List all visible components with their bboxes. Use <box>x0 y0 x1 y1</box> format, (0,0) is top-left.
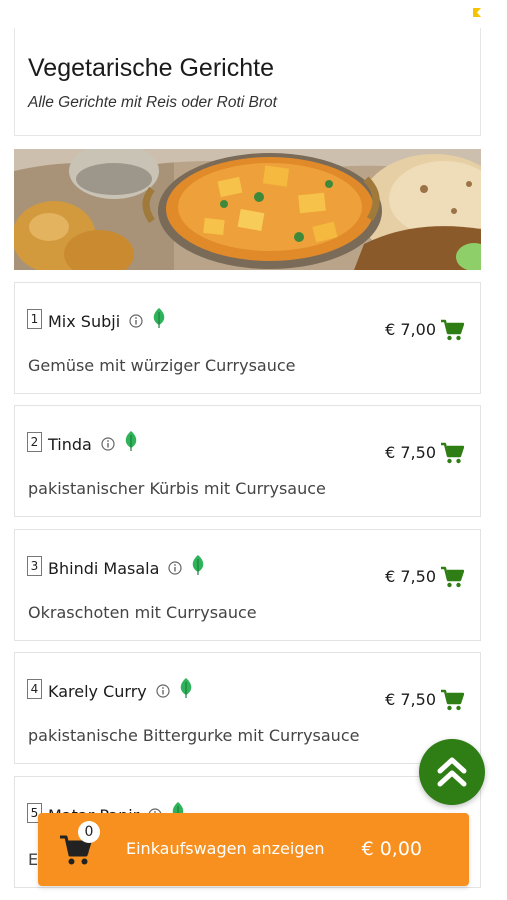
add-to-cart-icon[interactable] <box>440 689 464 711</box>
view-cart-label: Einkaufswagen anzeigen <box>126 839 325 858</box>
item-number: 4 <box>27 679 42 699</box>
item-name: Mix Subji <box>48 311 121 331</box>
item-price: € 7,50 <box>385 690 436 709</box>
info-icon[interactable] <box>129 314 143 328</box>
vegetarian-leaf-icon <box>193 555 204 575</box>
category-title: Vegetarische Gerichte <box>28 54 274 82</box>
item-number: 2 <box>27 432 42 452</box>
info-icon[interactable] <box>101 437 115 451</box>
item-name: Bhindi Masala <box>48 558 160 578</box>
item-description: pakistanischer Kürbis mit Currysauce <box>28 479 326 498</box>
vegetarian-leaf-icon <box>125 431 137 451</box>
add-to-cart-icon[interactable] <box>440 566 464 588</box>
item-description: pakistanische Bittergurke mit Currysauce <box>28 726 360 745</box>
item-price: € 7,00 <box>385 320 436 339</box>
scroll-to-top-button[interactable] <box>419 739 485 805</box>
cart-count-badge: 0 <box>78 821 100 843</box>
item-name: Karely Curry <box>48 681 147 701</box>
category-subtitle: Alle Gerichte mit Reis oder Roti Brot <box>28 94 277 111</box>
menu-item-card[interactable]: 4 Karely Curry € 7,50 pakistanische Bitt… <box>14 652 481 764</box>
item-description: E <box>28 850 39 869</box>
cart-total: € 0,00 <box>361 838 422 860</box>
item-name: Tinda <box>48 434 92 454</box>
double-chevron-up-icon <box>437 757 467 787</box>
item-number: 1 <box>27 309 42 329</box>
item-description: Okraschoten mit Currysauce <box>28 603 257 622</box>
item-price: € 7,50 <box>385 443 436 462</box>
add-to-cart-icon[interactable] <box>440 442 464 464</box>
category-banner-image <box>14 149 481 270</box>
vegetarian-leaf-icon <box>153 308 165 328</box>
menu-item-card[interactable]: 3 Bhindi Masala € 7,50 Okraschoten mit C… <box>14 529 481 641</box>
info-icon[interactable] <box>156 684 170 698</box>
add-to-cart-icon[interactable] <box>440 319 464 341</box>
menu-item-card[interactable]: 1 Mix Subji € 7,00 Gemüse mit würziger C… <box>14 282 481 394</box>
vegetarian-leaf-icon <box>180 678 191 698</box>
menu-item-card[interactable]: 2 Tinda € 7,50 pakistanischer Kürbis mit… <box>14 405 481 517</box>
corner-indicator-icon <box>473 8 481 17</box>
view-cart-button[interactable]: 0 Einkaufswagen anzeigen € 0,00 <box>38 813 469 886</box>
category-header: Vegetarische Gerichte Alle Gerichte mit … <box>14 28 481 136</box>
item-description: Gemüse mit würziger Currysauce <box>28 356 296 375</box>
item-number: 3 <box>27 556 42 576</box>
info-icon[interactable] <box>168 561 182 575</box>
item-price: € 7,50 <box>385 567 436 586</box>
